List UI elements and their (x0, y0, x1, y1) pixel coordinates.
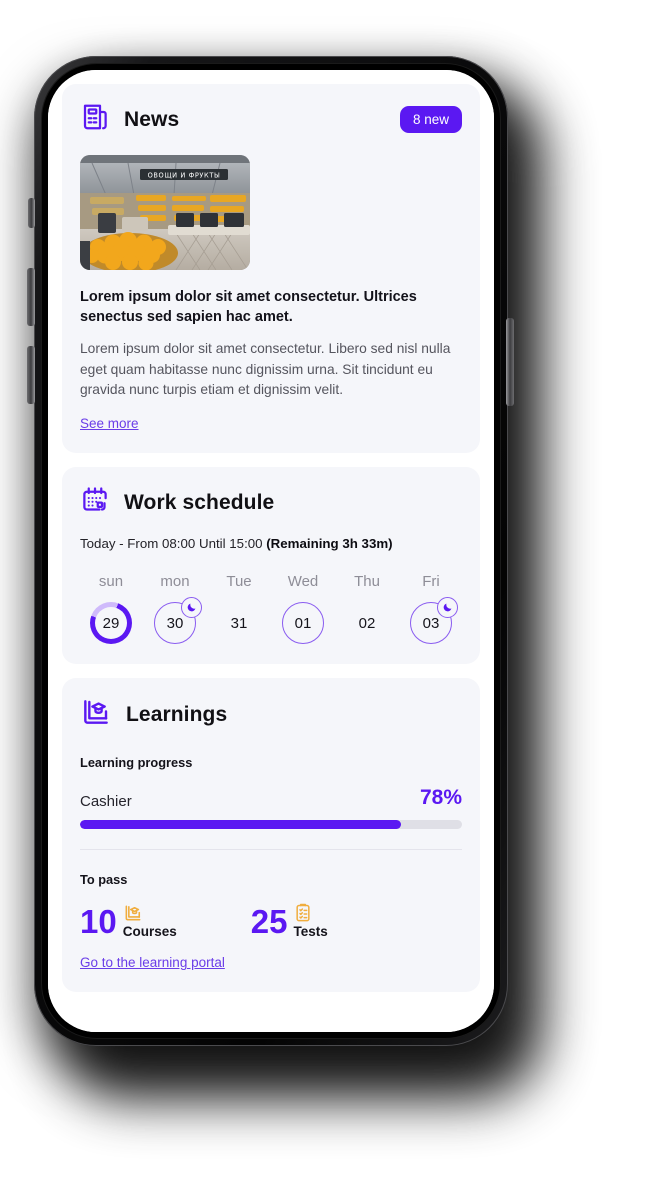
day-label: Tue (226, 573, 252, 591)
newspaper-icon (80, 102, 110, 137)
work-schedule-title: Work schedule (124, 490, 275, 514)
section-divider (80, 849, 462, 851)
stat-courses[interactable]: 10 Courses (80, 902, 177, 940)
volume-up-button[interactable] (27, 268, 35, 326)
day-cell-sun[interactable]: sun 29 (82, 573, 140, 645)
day-number: 01 (294, 614, 312, 632)
day-circle-scheduled[interactable]: 01 (282, 602, 324, 645)
day-circle-plain[interactable]: 31 (218, 602, 260, 644)
moon-icon (437, 597, 458, 619)
course-progress-row: Cashier 78% (80, 786, 462, 810)
work-schedule-header: Work schedule (80, 485, 462, 520)
day-circle-scheduled[interactable]: 03 (410, 597, 458, 645)
day-label: mon (160, 573, 190, 591)
day-cell-thu[interactable]: Thu 02 (338, 573, 396, 644)
volume-down-button[interactable] (27, 346, 35, 404)
day-label: Thu (354, 573, 380, 591)
news-new-badge[interactable]: 8 new (399, 105, 462, 134)
calendar-icon (80, 485, 110, 520)
day-cell-fri[interactable]: Fri 03 (402, 573, 460, 645)
shift-remaining-text: (Remaining 3h 33m) (266, 536, 393, 552)
week-day-row: sun 29 mon 30 Tue 31 Wed 01 Thu 02 Fri 0… (80, 573, 462, 645)
day-label: Wed (287, 573, 319, 591)
moon-icon (181, 597, 202, 619)
course-name: Cashier (80, 793, 132, 811)
day-cell-tue[interactable]: Tue 31 (210, 573, 268, 644)
learnings-card: Learnings Learning progress Cashier 78% … (62, 678, 480, 993)
stats-row: 10 Courses 25 Tests (80, 903, 462, 939)
stat-right: Courses (123, 903, 177, 939)
work-schedule-card: Work schedule Today - From 08:00 Until 1… (62, 467, 480, 665)
news-card: News 8 new ОВОЩИ И ФРУКТЫ Lorem ipsum do… (62, 84, 480, 454)
stat-value: 25 (250, 902, 288, 940)
news-headline: Lorem ipsum dolor sit amet consectetur. … (80, 289, 417, 325)
day-cell-mon[interactable]: mon 30 (146, 573, 204, 645)
progress-bar-fill (80, 820, 401, 830)
app-scroll-container[interactable]: News 8 new ОВОЩИ И ФРУКТЫ Lorem ipsum do… (48, 70, 494, 1032)
learnings-title: Learnings (126, 702, 228, 726)
power-button[interactable] (506, 318, 514, 406)
book-graduation-icon (123, 903, 143, 923)
day-cell-wed[interactable]: Wed 01 (274, 573, 332, 645)
book-graduation-icon (80, 696, 112, 733)
day-circle-plain[interactable]: 02 (346, 602, 388, 644)
learnings-header: Learnings (80, 696, 462, 733)
clipboard-checklist-icon (293, 903, 313, 923)
stat-label: Courses (122, 924, 177, 940)
shift-hours-text: Today - From 08:00 Until 15:00 (80, 536, 267, 552)
stat-tests[interactable]: 25 Tests (251, 903, 328, 939)
day-label: Fri (422, 573, 440, 591)
see-more-link[interactable]: See more (80, 416, 139, 431)
today-shift-summary: Today - From 08:00 Until 15:00 (Remainin… (80, 536, 462, 551)
progress-bar-track (80, 820, 462, 830)
day-number: 02 (358, 614, 376, 632)
learning-progress-label: Learning progress (80, 755, 193, 771)
phone-screen: News 8 new ОВОЩИ И ФРУКТЫ Lorem ipsum do… (48, 70, 494, 1032)
day-number: 03 (422, 614, 440, 632)
news-thumbnail-image[interactable]: ОВОЩИ И ФРУКТЫ (80, 155, 250, 270)
to-pass-label: To pass (80, 872, 128, 888)
course-percent: 78% (419, 786, 462, 810)
silent-switch-button[interactable] (28, 198, 35, 228)
stat-value: 10 (80, 902, 117, 940)
day-circle-scheduled[interactable]: 30 (154, 597, 202, 645)
news-card-header: News 8 new (80, 102, 462, 137)
day-number: 29 (102, 614, 120, 632)
news-title: News (124, 107, 180, 131)
day-number: 30 (166, 614, 184, 632)
news-body-text: Lorem ipsum dolor sit amet consectetur. … (80, 341, 451, 397)
day-circle-today[interactable]: 29 (90, 602, 132, 645)
svg-text:ОВОЩИ И ФРУКТЫ: ОВОЩИ И ФРУКТЫ (148, 172, 221, 180)
learning-portal-link[interactable]: Go to the learning portal (80, 955, 225, 970)
stat-label: Tests (293, 924, 328, 940)
stat-right: Tests (293, 903, 328, 940)
day-number: 31 (230, 614, 248, 632)
day-label: sun (98, 573, 124, 591)
